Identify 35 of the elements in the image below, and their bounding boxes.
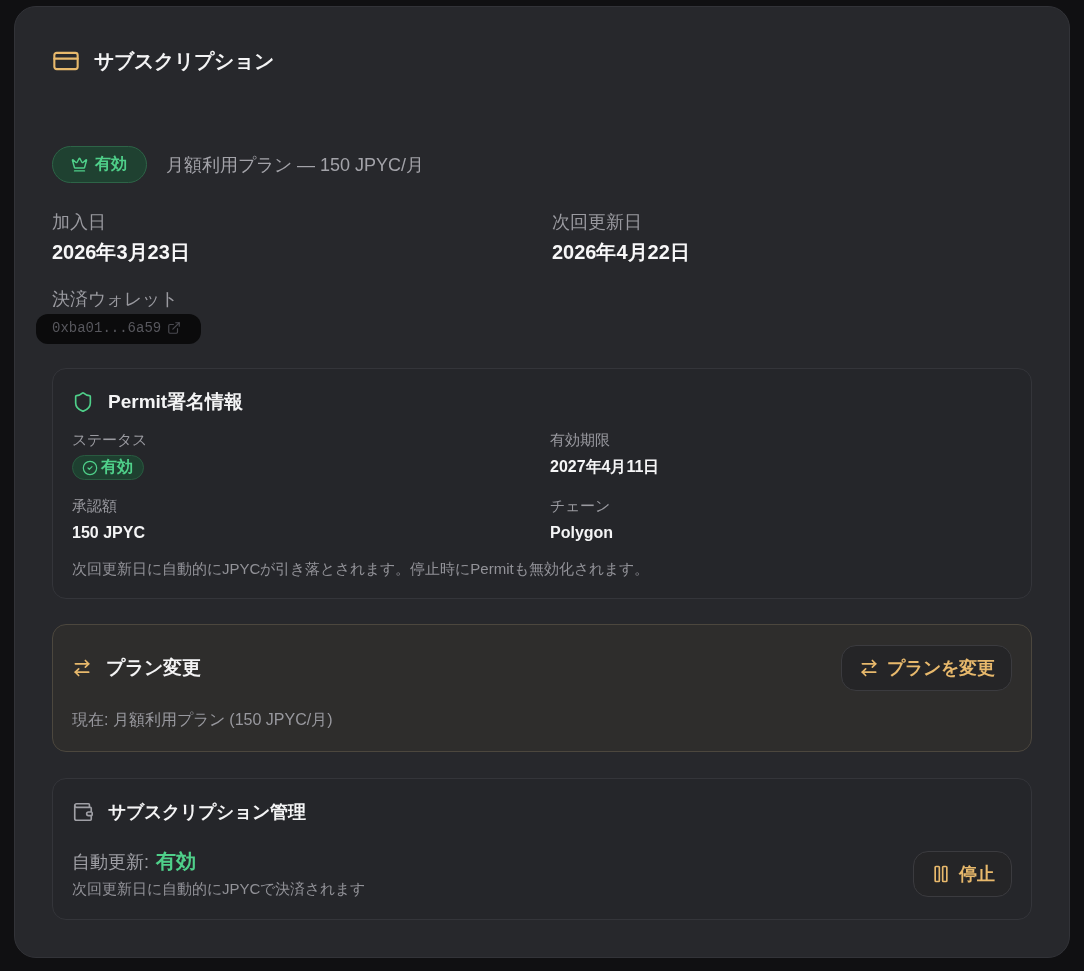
change-plan-button[interactable]: プランを変更: [841, 645, 1012, 691]
current-plan-text: 現在: 月額利用プラン (150 JPYC/月): [72, 710, 334, 730]
stop-button[interactable]: 停止: [913, 851, 1012, 897]
permit-note: 次回更新日に自動的にJPYCが引き落とされます。停止時にPermitも無効化されます。: [72, 559, 650, 579]
permit-value: 2027年4月11日: [550, 457, 661, 477]
swap-arrows-icon: [859, 658, 879, 678]
plan-status-badge: 有効: [52, 146, 147, 183]
management-title: サブスクリプション管理: [108, 801, 306, 824]
detail-value: 2026年4月22日: [552, 240, 691, 264]
permit-label: ステータス: [72, 430, 148, 450]
permit-value: Polygon: [550, 523, 615, 543]
detail-value: 2026年3月23日: [52, 240, 191, 264]
wallet-label: 決済ウォレット: [52, 288, 178, 311]
shield-icon: [72, 391, 94, 413]
permit-value: 150 JPYC: [72, 523, 146, 543]
card-title: サブスクリプション: [94, 49, 274, 74]
external-link-icon[interactable]: [167, 321, 182, 335]
plan-description: 月額利用プラン — 150 JPYC/月: [166, 153, 425, 177]
permit-label: チェーン: [550, 496, 611, 516]
detail-label: 次回更新日: [552, 211, 643, 234]
permit-label: 有効期限: [550, 430, 611, 450]
detail-label: 加入日: [52, 211, 107, 234]
check-circle-icon: [82, 459, 98, 476]
auto-renew-status: 有効: [156, 849, 196, 873]
wallet-icon: [72, 801, 94, 823]
wallet-address: 0xba01...6a59: [52, 319, 162, 338]
auto-renew-note: 次回更新日に自動的にJPYCで決済されます: [72, 879, 366, 899]
crown-icon: [71, 156, 88, 173]
permit-status-badge: 有効: [72, 455, 144, 480]
plan-change-title: プラン変更: [106, 656, 201, 680]
permit-label: 承認額: [72, 496, 118, 516]
pause-icon: [931, 864, 951, 884]
swap-arrows-icon: [72, 658, 92, 678]
permit-title: Permit署名情報: [108, 390, 244, 414]
auto-renew-label: 自動更新:: [72, 851, 149, 874]
